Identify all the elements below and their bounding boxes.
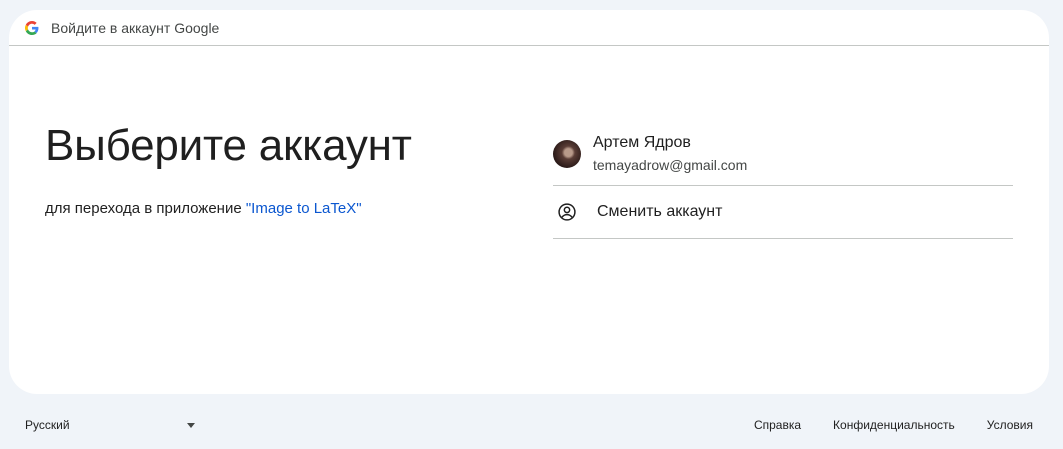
google-g-icon [25, 20, 39, 35]
language-label: Русский [25, 418, 70, 432]
account-email: temayadrow@gmail.com [593, 156, 748, 173]
caret-down-icon [187, 422, 195, 428]
privacy-link[interactable]: Конфиденциальность [833, 418, 955, 432]
header-title: Войдите в аккаунт Google [51, 19, 220, 36]
app-name-link[interactable]: "Image to LaTeX" [246, 200, 362, 217]
switch-account-button[interactable]: Сменить аккаунт [553, 186, 1013, 239]
help-link[interactable]: Справка [754, 418, 801, 432]
intro-section: Выберите аккаунт для перехода в приложен… [45, 120, 412, 217]
account-list: Артем Ядров temayadrow@gmail.com Сменить… [553, 122, 1013, 239]
account-name: Артем Ядров [593, 133, 691, 151]
language-selector[interactable]: Русский [25, 418, 195, 432]
subtitle-prefix: для перехода в приложение [45, 200, 246, 217]
page-subtitle: для перехода в приложение "Image to LaTe… [45, 200, 412, 217]
page-title: Выберите аккаунт [45, 121, 412, 170]
footer: Русский Справка Конфиденциальность Услов… [0, 410, 1063, 442]
switch-account-label: Сменить аккаунт [597, 203, 723, 220]
sign-in-card: Войдите в аккаунт Google Выберите аккаун… [9, 10, 1049, 394]
terms-link[interactable]: Условия [987, 418, 1033, 432]
account-item[interactable]: Артем Ядров temayadrow@gmail.com [553, 122, 1013, 186]
footer-links: Справка Конфиденциальность Условия [754, 418, 1033, 432]
account-info: Артем Ядров temayadrow@gmail.com [593, 133, 747, 175]
card-header: Войдите в аккаунт Google [9, 10, 1049, 46]
avatar [553, 139, 581, 168]
account-circle-icon [557, 202, 577, 222]
